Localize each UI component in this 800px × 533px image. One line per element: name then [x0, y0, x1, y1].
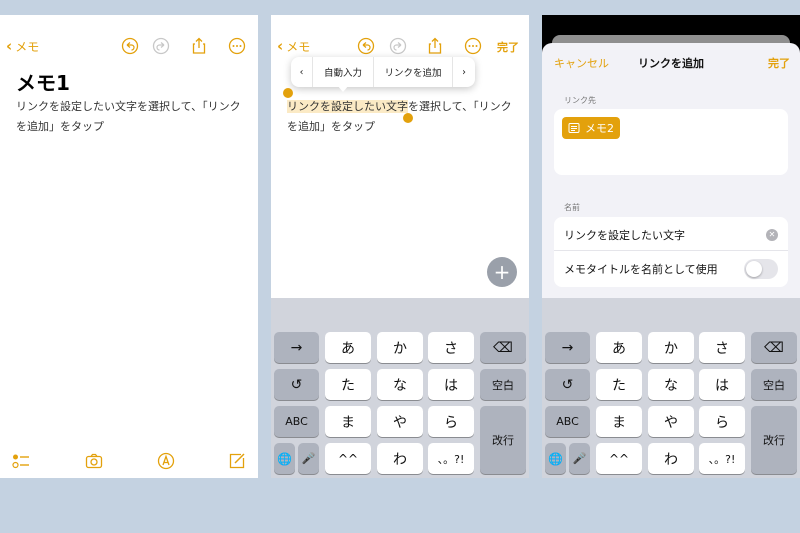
key-abc[interactable]: ABC: [274, 406, 319, 437]
globe-icon[interactable]: 🌐: [274, 443, 295, 474]
key-ka[interactable]: か: [648, 332, 694, 363]
note-body[interactable]: リンクを設定したい文字を選択して、「リンクを追加」をタップ: [16, 97, 246, 137]
key-ta[interactable]: た: [596, 369, 642, 400]
undo-icon[interactable]: [121, 37, 139, 55]
share-icon[interactable]: [190, 37, 208, 55]
key-space[interactable]: 空白: [751, 369, 797, 400]
notes-screen-1: ‹ メモ メモ1 リンクを設定したい文字を選択して、「リンクを追加」をタップ: [0, 15, 258, 478]
checklist-icon[interactable]: [12, 452, 30, 470]
add-link-sheet: キャンセル リンクを追加 完了 リンク先 メモ2 名前 リンクを設定したい文字 …: [542, 43, 800, 478]
key-ra[interactable]: ら: [699, 406, 745, 437]
key-undo[interactable]: ↺: [545, 369, 590, 400]
key-ya[interactable]: や: [377, 406, 423, 437]
compose-icon[interactable]: [228, 452, 246, 470]
note-body[interactable]: リンクを設定したい文字を選択して、「リンク を追加」をタップ: [287, 97, 517, 137]
selected-text: リンクを設定したい文字: [287, 100, 408, 113]
link-target-field[interactable]: メモ2: [554, 109, 788, 175]
camera-icon[interactable]: [85, 452, 103, 470]
key-delete[interactable]: ⌫: [480, 332, 526, 363]
back-button[interactable]: ‹ メモ: [6, 37, 39, 55]
edit-menu: ‹ 自動入力 リンクを追加 ›: [291, 57, 475, 87]
nav-bar: ‹ メモ: [0, 37, 258, 63]
menu-pointer: [337, 85, 349, 92]
key-undo[interactable]: ↺: [274, 369, 319, 400]
redo-icon[interactable]: [152, 37, 170, 55]
bottom-toolbar: [0, 452, 258, 472]
body-text-rest: を選択して、「リンク: [408, 100, 512, 113]
sheet-header: キャンセル リンクを追加 完了: [542, 55, 800, 75]
keyboard: → あ か さ ⌫ ↺ た な は 空白 ABC ま や ら 改行 🌐 🎤 ^^…: [542, 298, 800, 478]
key-na[interactable]: な: [377, 369, 423, 400]
notes-screen-2: ‹ メモ 完了 ‹ 自動入力 リンクを追加 › リンクを設定したい文字を選択して…: [271, 15, 529, 478]
mic-icon[interactable]: 🎤: [569, 443, 590, 474]
key-a[interactable]: あ: [596, 332, 642, 363]
key-ma[interactable]: ま: [596, 406, 642, 437]
key-a[interactable]: あ: [325, 332, 371, 363]
key-ka[interactable]: か: [377, 332, 423, 363]
key-arrow[interactable]: →: [274, 332, 319, 363]
name-value: リンクを設定したい文字: [564, 228, 685, 242]
key-space[interactable]: 空白: [480, 369, 526, 400]
key-abc[interactable]: ABC: [545, 406, 590, 437]
key-arrow[interactable]: →: [545, 332, 590, 363]
add-button[interactable]: +: [487, 257, 517, 287]
more-icon[interactable]: [228, 37, 246, 55]
key-ta[interactable]: た: [325, 369, 371, 400]
toggle-knob: [746, 261, 762, 277]
menu-next-button[interactable]: ›: [453, 57, 475, 87]
back-label: メモ: [286, 39, 311, 54]
done-button[interactable]: 完了: [768, 55, 790, 71]
chevron-left-icon: ‹: [6, 37, 13, 55]
menu-add-link[interactable]: リンクを追加: [374, 57, 453, 87]
key-return[interactable]: 改行: [751, 406, 797, 474]
name-input[interactable]: リンクを設定したい文字 ✕: [554, 219, 788, 251]
note-link-chip[interactable]: メモ2: [562, 117, 620, 139]
globe-icon[interactable]: 🌐: [545, 443, 566, 474]
back-button[interactable]: ‹ メモ: [277, 37, 310, 55]
mic-icon[interactable]: 🎤: [298, 443, 319, 474]
key-ma[interactable]: ま: [325, 406, 371, 437]
done-button[interactable]: 完了: [497, 39, 519, 55]
key-emoticon[interactable]: ^^: [596, 443, 642, 474]
key-na[interactable]: な: [648, 369, 694, 400]
key-punct[interactable]: 、。?!: [699, 443, 745, 474]
chevron-left-icon: ‹: [277, 37, 284, 55]
name-section-label: 名前: [564, 203, 580, 212]
key-return[interactable]: 改行: [480, 406, 526, 474]
key-ya[interactable]: や: [648, 406, 694, 437]
more-icon[interactable]: [464, 37, 482, 55]
menu-autofill[interactable]: 自動入力: [313, 57, 374, 87]
markup-icon[interactable]: [157, 452, 175, 470]
keyboard: → あ か さ ⌫ ↺ た な は 空白 ABC ま や ら 改行 🌐 🎤 ^^…: [271, 298, 529, 478]
key-punct[interactable]: 、。?!: [428, 443, 474, 474]
add-link-screen: キャンセル リンクを追加 完了 リンク先 メモ2 名前 リンクを設定したい文字 …: [542, 15, 800, 478]
key-emoticon[interactable]: ^^: [325, 443, 371, 474]
undo-icon[interactable]: [357, 37, 375, 55]
key-sa[interactable]: さ: [699, 332, 745, 363]
note-title: メモ1: [16, 71, 70, 95]
back-label: メモ: [15, 39, 40, 54]
use-title-row: メモタイトルを名前として使用: [554, 253, 788, 285]
key-ra[interactable]: ら: [428, 406, 474, 437]
key-sa[interactable]: さ: [428, 332, 474, 363]
key-wa[interactable]: わ: [648, 443, 694, 474]
note-link-chip-label: メモ2: [585, 122, 614, 135]
key-ha[interactable]: は: [428, 369, 474, 400]
redo-icon[interactable]: [389, 37, 407, 55]
use-title-label: メモタイトルを名前として使用: [564, 263, 718, 276]
name-card: リンクを設定したい文字 ✕ メモタイトルを名前として使用: [554, 217, 788, 287]
selection-start-handle[interactable]: [283, 88, 293, 98]
menu-prev-button[interactable]: ‹: [291, 57, 313, 87]
key-ha[interactable]: は: [699, 369, 745, 400]
note-icon: [568, 123, 580, 133]
share-icon[interactable]: [426, 37, 444, 55]
link-section-label: リンク先: [564, 96, 596, 105]
key-delete[interactable]: ⌫: [751, 332, 797, 363]
key-wa[interactable]: わ: [377, 443, 423, 474]
body-text-rest-2: を追加」をタップ: [287, 120, 375, 133]
use-title-toggle[interactable]: [744, 259, 778, 279]
clear-icon[interactable]: ✕: [766, 228, 778, 241]
selection-end-handle[interactable]: [403, 113, 413, 123]
sheet-title: リンクを追加: [638, 57, 704, 70]
